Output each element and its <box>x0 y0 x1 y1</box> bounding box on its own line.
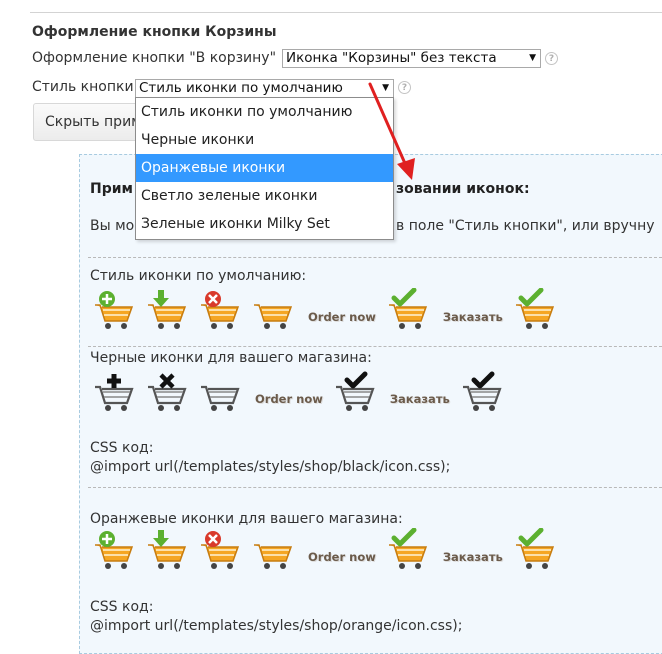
panel-intro-right: в поле "Стиль кнопки", или вручну <box>396 218 655 234</box>
basket-button-select[interactable]: Иконка "Корзины" без текста ▼ <box>282 49 541 68</box>
dropdown-option[interactable]: Черные иконки <box>136 126 393 154</box>
cart-icon <box>198 528 242 570</box>
black-icon-row: Order now Заказать <box>92 370 513 412</box>
dropdown-option[interactable]: Зеленые иконки Milky Set <box>136 210 393 238</box>
order-now-text: Order now <box>255 392 323 406</box>
cart-icon <box>386 528 430 570</box>
zakazat-text: Заказать <box>442 550 503 564</box>
cart-icon <box>251 528 295 570</box>
cart-icon <box>92 288 136 330</box>
dropdown-option[interactable]: Стиль иконки по умолчанию <box>136 98 393 126</box>
orange-css-label: CSS код: <box>90 599 154 615</box>
orange-css-code: @import url(/templates/styles/shop/orang… <box>90 618 463 634</box>
divider <box>88 487 662 488</box>
orange-icon-row: Order now Заказать <box>92 528 566 570</box>
order-now-text: Order now <box>308 550 376 564</box>
basket-button-label: Оформление кнопки "В корзину" <box>32 50 277 66</box>
top-divider <box>30 12 662 13</box>
divider <box>88 346 662 347</box>
cart-icon <box>460 370 504 412</box>
default-icon-row: Order now Заказать <box>92 288 566 330</box>
annotation-arrow-icon <box>368 82 415 180</box>
section-title: Оформление кнопки Корзины <box>32 24 277 40</box>
panel-heading-left: Прим <box>90 181 133 197</box>
panel-intro-left: Вы мо <box>90 218 135 234</box>
cart-icon <box>198 370 242 412</box>
cart-icon <box>145 288 189 330</box>
cart-icon <box>92 370 136 412</box>
dropdown-option-highlighted[interactable]: Оранжевые иконки <box>136 154 393 182</box>
help-icon[interactable]: ? <box>545 52 558 65</box>
button-style-select[interactable]: Стиль иконки по умолчанию ▼ <box>135 79 394 98</box>
cart-icon <box>513 528 557 570</box>
black-css-label: CSS код: <box>90 440 154 456</box>
hide-examples-button[interactable]: Скрыть прим <box>33 103 139 141</box>
black-css-code: @import url(/templates/styles/shop/black… <box>90 459 451 475</box>
zakazat-text: Заказать <box>389 392 450 406</box>
basket-button-select-value: Иконка "Корзины" без текста <box>286 50 497 66</box>
zakazat-text: Заказать <box>442 310 503 324</box>
divider <box>88 257 662 258</box>
button-style-dropdown-list: Стиль иконки по умолчанию Черные иконки … <box>135 97 394 240</box>
order-now-text: Order now <box>308 310 376 324</box>
cart-icon <box>513 288 557 330</box>
button-style-label: Стиль кнопки <box>32 79 134 95</box>
cart-icon <box>251 288 295 330</box>
default-style-title: Стиль иконки по умолчанию: <box>90 268 307 284</box>
cart-icon <box>198 288 242 330</box>
button-style-select-value: Стиль иконки по умолчанию <box>139 80 343 96</box>
dropdown-arrow-icon: ▼ <box>529 53 536 63</box>
cart-icon <box>386 288 430 330</box>
cart-icon <box>333 370 377 412</box>
dropdown-option[interactable]: Светло зеленые иконки <box>136 182 393 210</box>
cart-icon <box>145 370 189 412</box>
black-icons-title: Черные иконки для вашего магазина: <box>90 350 372 366</box>
cart-icon <box>92 528 136 570</box>
orange-icons-title: Оранжевые иконки для вашего магазина: <box>90 511 403 527</box>
cart-icon <box>145 528 189 570</box>
